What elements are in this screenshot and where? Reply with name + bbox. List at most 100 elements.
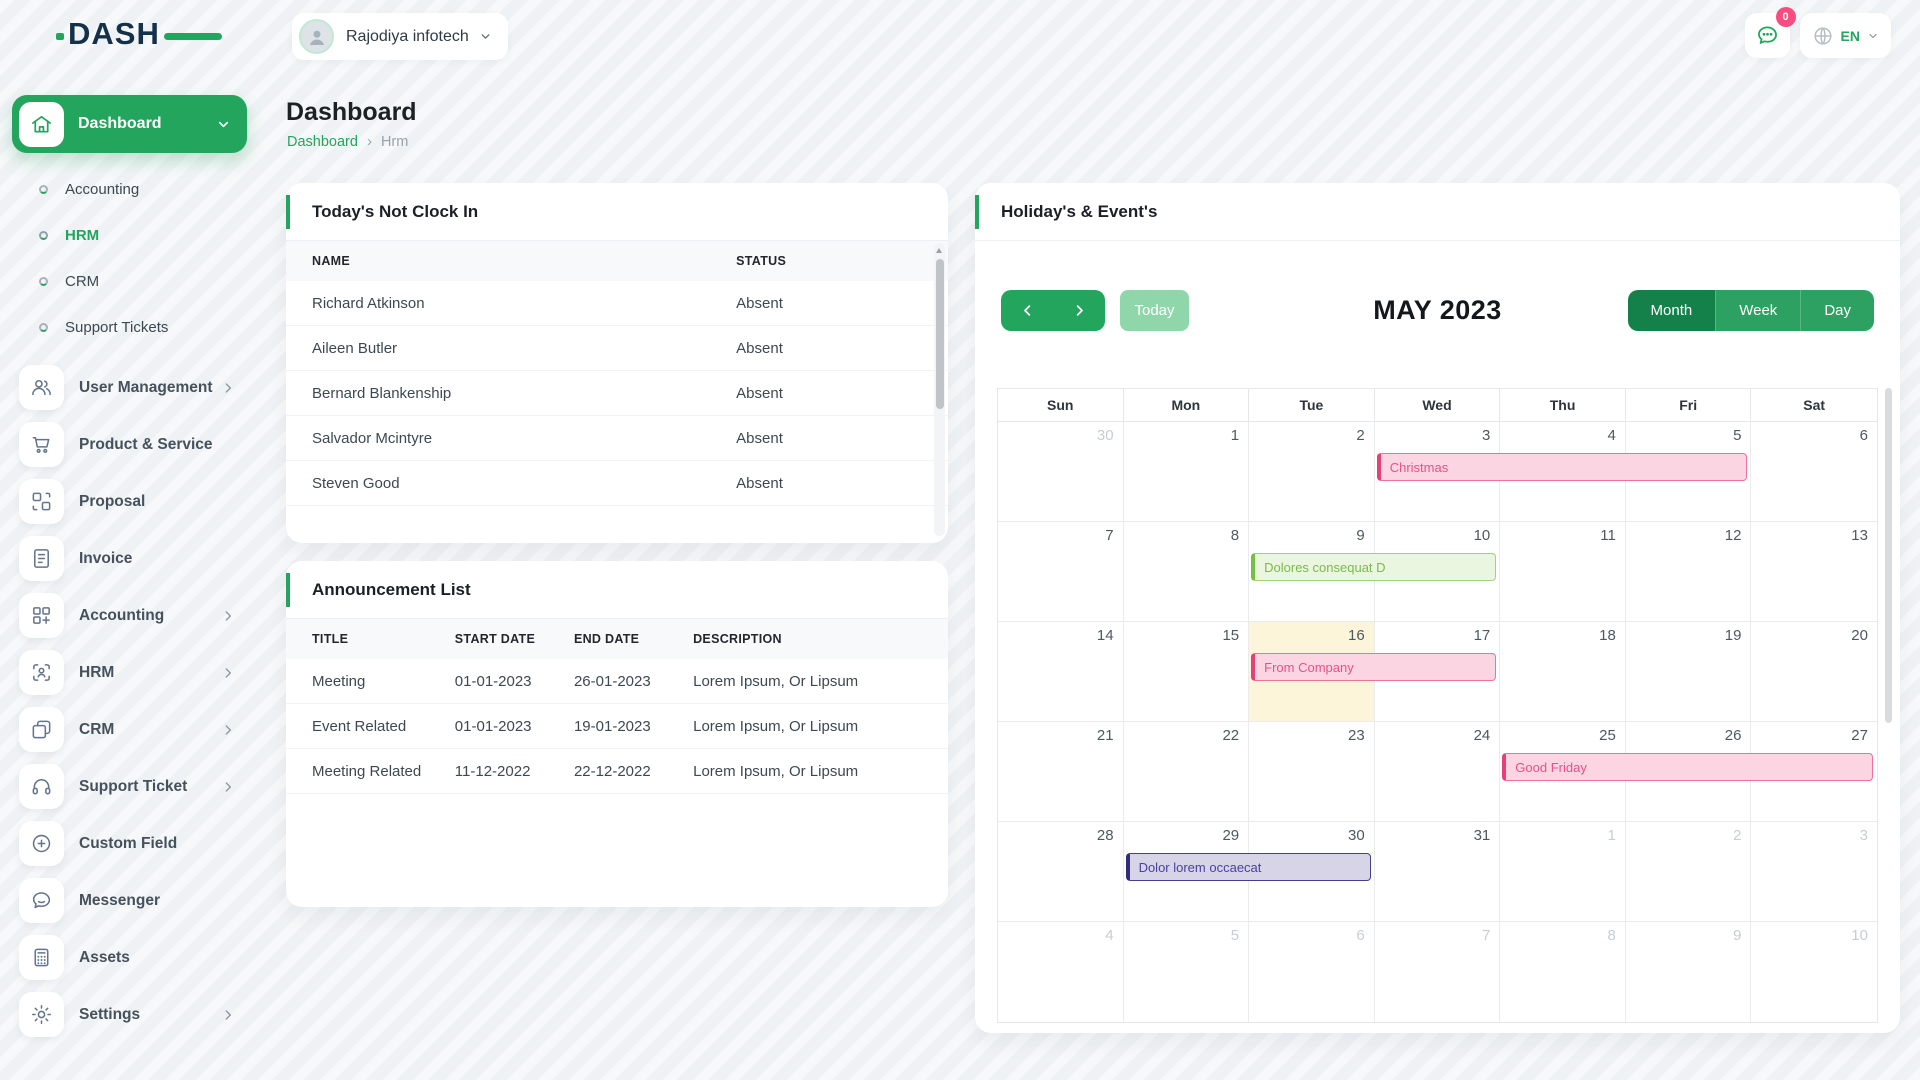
calendar-day-cell[interactable]: 8 xyxy=(1124,522,1250,622)
sidebar-item-proposal[interactable]: Proposal xyxy=(12,473,247,530)
calendar-day-cell[interactable]: 5 xyxy=(1124,922,1250,1022)
calendar-day-cell[interactable]: 19 xyxy=(1626,622,1752,722)
sidebar-item-custom-field[interactable]: Custom Field xyxy=(12,815,247,872)
day-number: 9 xyxy=(1356,527,1364,544)
calendar-card-title: Holiday's & Event's xyxy=(1001,202,1157,222)
chevron-right-icon xyxy=(221,723,235,737)
announcement-table-row: Meeting01-01-202326-01-2023Lorem Ipsum, … xyxy=(286,659,948,704)
calendar-day-cell[interactable]: 7 xyxy=(1375,922,1501,1022)
calendar-event[interactable]: Dolores consequat D xyxy=(1251,553,1496,581)
calendar-event[interactable]: Christmas xyxy=(1377,453,1748,481)
bullet-icon xyxy=(39,323,48,332)
calendar-day-cell[interactable]: 8 xyxy=(1500,922,1626,1022)
calendar-event[interactable]: Dolor lorem occaecat xyxy=(1126,853,1371,881)
sidebar-item-assets[interactable]: Assets xyxy=(12,929,247,986)
calendar-day-cell[interactable]: 24 xyxy=(1375,722,1501,822)
calendar-day-cell[interactable]: 23 xyxy=(1249,722,1375,822)
sidebar-item-product-service[interactable]: Product & Service xyxy=(12,416,247,473)
messages-button[interactable]: 0 xyxy=(1745,13,1790,58)
clockin-card: Today's Not Clock In NAME STATUS Richard… xyxy=(286,183,948,543)
sidebar-item-user-management[interactable]: User Management xyxy=(12,359,247,416)
day-number: 3 xyxy=(1482,427,1490,444)
calendar-day-cell[interactable]: 9 xyxy=(1626,922,1752,1022)
sidebar-subitem-crm[interactable]: CRM xyxy=(12,258,247,304)
sidebar-subitem-label: HRM xyxy=(65,227,99,244)
day-number: 10 xyxy=(1474,527,1491,544)
calendar-day-cell[interactable]: 22 xyxy=(1124,722,1250,822)
calendar-day-cell[interactable]: 6 xyxy=(1751,422,1877,522)
clockin-table-row: Bernard BlankenshipAbsent xyxy=(286,371,948,416)
day-number: 1 xyxy=(1608,827,1616,844)
calendar-day-cell[interactable]: 7 xyxy=(998,522,1124,622)
brand-logo[interactable]: DASH xyxy=(68,16,198,56)
calendar-day-cell[interactable]: 4 xyxy=(998,922,1124,1022)
sidebar-item-label: User Management xyxy=(79,379,221,397)
view-button-month[interactable]: Month xyxy=(1628,290,1716,331)
scrollbar-track[interactable] xyxy=(934,243,945,536)
calendar-week-row: 21222324252627Good Friday xyxy=(998,722,1877,822)
calendar-weekday-header: SunMonTueWedThuFriSat xyxy=(998,389,1877,422)
chevron-right-icon xyxy=(221,666,235,680)
home-icon xyxy=(19,102,64,147)
announcement-table-row: Event Related01-01-202319-01-2023Lorem I… xyxy=(286,704,948,749)
calendar-day-cell[interactable]: 3 xyxy=(1751,822,1877,922)
calendar-day-cell[interactable]: 1 xyxy=(1500,822,1626,922)
sidebar-item-accounting[interactable]: Accounting xyxy=(12,587,247,644)
status-value: Absent xyxy=(736,295,948,312)
gear-icon xyxy=(19,992,64,1037)
calendar-day-cell[interactable]: 14 xyxy=(998,622,1124,722)
breadcrumb-dashboard-link[interactable]: Dashboard xyxy=(287,134,358,150)
sidebar-subitem-label: Accounting xyxy=(65,181,139,198)
sidebar-item-invoice[interactable]: Invoice xyxy=(12,530,247,587)
calendar-day-cell[interactable]: 12 xyxy=(1626,522,1752,622)
calendar-day-cell[interactable]: 31 xyxy=(1375,822,1501,922)
sidebar-item-label: Custom Field xyxy=(79,835,247,853)
calendar-day-cell[interactable]: 13 xyxy=(1751,522,1877,622)
sidebar-subitem-hrm[interactable]: HRM xyxy=(12,212,247,258)
view-button-week[interactable]: Week xyxy=(1715,290,1800,331)
calendar-week-row: 28293031123Dolor lorem occaecat xyxy=(998,822,1877,922)
sidebar-item-hrm[interactable]: HRM xyxy=(12,644,247,701)
calendar-day-cell[interactable]: 10 xyxy=(1751,922,1877,1022)
calendar-day-cell[interactable]: 6 xyxy=(1249,922,1375,1022)
calendar-day-cell[interactable]: 1 xyxy=(1124,422,1250,522)
day-number: 5 xyxy=(1733,427,1741,444)
sidebar-item-support-ticket[interactable]: Support Ticket xyxy=(12,758,247,815)
today-button[interactable]: Today xyxy=(1120,290,1189,331)
calendar-scrollbar-thumb[interactable] xyxy=(1885,388,1892,723)
calendar-event[interactable]: From Company xyxy=(1251,653,1496,681)
calendar-day-cell[interactable]: 21 xyxy=(998,722,1124,822)
calendar-day-cell[interactable]: 2 xyxy=(1249,422,1375,522)
calendar-day-cell[interactable]: 30 xyxy=(998,422,1124,522)
day-number: 4 xyxy=(1105,927,1113,944)
day-number: 8 xyxy=(1231,527,1239,544)
calendar-day-cell[interactable]: 18 xyxy=(1500,622,1626,722)
sidebar-item-crm[interactable]: CRM xyxy=(12,701,247,758)
calendar-event[interactable]: Good Friday xyxy=(1502,753,1873,781)
announcement-card: Announcement List TITLE START DATE END D… xyxy=(286,561,948,907)
sidebar: Dashboard AccountingHRMCRMSupport Ticket… xyxy=(12,95,247,1043)
next-month-button[interactable] xyxy=(1053,290,1105,331)
scrollbar-thumb[interactable] xyxy=(936,259,944,409)
announcement-start-date: 01-01-2023 xyxy=(455,718,574,735)
person-icon xyxy=(305,25,329,49)
announcement-table-header: TITLE START DATE END DATE DESCRIPTION xyxy=(286,619,948,659)
language-selector[interactable]: EN xyxy=(1800,13,1891,58)
calendar-day-cell[interactable]: 28 xyxy=(998,822,1124,922)
calendar-day-cell[interactable]: 2 xyxy=(1626,822,1752,922)
calendar-day-cell[interactable]: 20 xyxy=(1751,622,1877,722)
sidebar-item-messenger[interactable]: Messenger xyxy=(12,872,247,929)
company-selector[interactable]: Rajodiya infotech xyxy=(292,13,508,60)
sidebar-subitem-support-tickets[interactable]: Support Tickets xyxy=(12,304,247,350)
announcement-description: Lorem Ipsum, Or Lipsum xyxy=(693,718,948,735)
breadcrumb: Dashboard › Hrm xyxy=(287,133,408,150)
sidebar-item-settings[interactable]: Settings xyxy=(12,986,247,1043)
sidebar-item-dashboard[interactable]: Dashboard xyxy=(12,95,247,153)
scrollbar-up-arrow[interactable] xyxy=(936,248,942,253)
calendar-day-cell[interactable]: 15 xyxy=(1124,622,1250,722)
calendar-day-cell[interactable]: 11 xyxy=(1500,522,1626,622)
sidebar-subitem-accounting[interactable]: Accounting xyxy=(12,166,247,212)
prev-month-button[interactable] xyxy=(1001,290,1053,331)
view-button-day[interactable]: Day xyxy=(1800,290,1874,331)
chevron-right-icon xyxy=(221,780,235,794)
